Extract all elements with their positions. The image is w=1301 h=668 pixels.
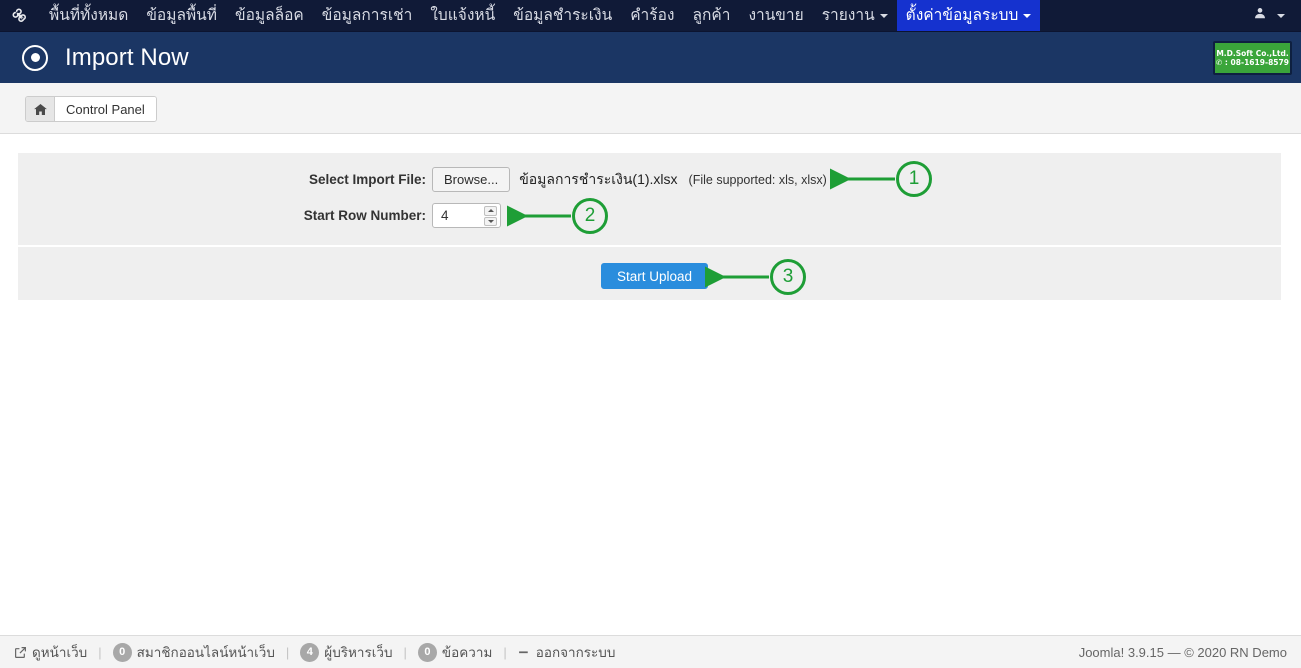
external-link-icon	[14, 646, 27, 659]
annotation-marker-1: 1	[896, 161, 932, 197]
status-badge: 0	[417, 642, 437, 662]
footer-separator: |	[403, 644, 407, 660]
nav-item-label: รายงาน	[821, 6, 875, 24]
user-menu-button[interactable]	[1243, 0, 1301, 31]
start-row-number-label: Start Row Number:	[303, 208, 426, 223]
nav-item-4[interactable]: ใบแจ้งหนี้	[421, 0, 504, 31]
nav-item-label: ใบแจ้งหนี้	[430, 6, 496, 24]
nav-item-5[interactable]: ข้อมูลชำระเงิน	[504, 0, 621, 31]
brand-logo-phone: ✆ : 08-1619-8579	[1216, 58, 1289, 67]
top-navigation-bar: พื้นที่ทั้งหมด ข้อมูลพื้นที่ ข้อมูลล็อค ข้อ…	[0, 0, 1301, 32]
footer-separator: |	[503, 644, 507, 660]
logout-icon	[518, 646, 531, 659]
joomla-logo-icon[interactable]	[0, 0, 40, 31]
target-circle-icon	[22, 44, 48, 71]
brand-logo-name: M.D.Soft Co.,Ltd.	[1216, 48, 1289, 58]
nav-item-3[interactable]: ข้อมูลการเช่า	[313, 0, 422, 31]
footer-separator: |	[98, 644, 102, 660]
start-row-number-row: Start Row Number:	[298, 203, 501, 228]
footer-copyright: Joomla! 3.9.15 — © 2020 RN Demo	[1078, 644, 1287, 660]
chevron-down-icon	[879, 13, 888, 18]
nav-item-label: ตั้งค่าข้อมูลระบบ	[905, 6, 1019, 24]
toolbar-bar	[0, 83, 1301, 134]
nav-item-label: คำร้อง	[630, 6, 675, 24]
nav-item-1[interactable]: ข้อมูลพื้นที่	[137, 0, 226, 31]
footer-item-label: สมาชิกออนไลน์หน้าเว็บ	[136, 645, 275, 660]
nav-item-0[interactable]: พื้นที่ทั้งหมด	[40, 0, 137, 31]
select-import-file-row: Select Import File: Browse... ข้อมูลการช…	[302, 167, 827, 192]
status-footer: ดูหน้าเว็บ | 0 สมาชิกออนไลน์หน้าเว็บ | 4 ผู้บร…	[0, 635, 1301, 668]
page-title: Import Now	[65, 43, 189, 71]
footer-left-items: ดูหน้าเว็บ | 0 สมาชิกออนไลน์หน้าเว็บ | 4 ผู้บร…	[14, 641, 615, 663]
nav-item-7[interactable]: ลูกค้า	[683, 0, 739, 31]
file-supported-note: (File supported: xls, xlsx)	[688, 172, 827, 187]
nav-item-label: งานขาย	[748, 6, 804, 24]
nav-item-label: พื้นที่ทั้งหมด	[49, 6, 129, 24]
stepper-up-button[interactable]	[484, 206, 497, 216]
stepper-buttons	[484, 206, 497, 226]
browse-button[interactable]: Browse...	[432, 167, 511, 192]
nav-item-6[interactable]: คำร้อง	[621, 0, 683, 31]
footer-item-label: ข้อความ	[441, 645, 493, 660]
nav-item-label: ข้อมูลชำระเงิน	[513, 6, 613, 24]
nav-items-container: พื้นที่ทั้งหมด ข้อมูลพื้นที่ ข้อมูลล็อค ข้อ…	[40, 0, 1243, 31]
select-import-file-label: Select Import File:	[308, 172, 426, 187]
start-upload-button[interactable]: Start Upload	[601, 263, 709, 289]
home-icon[interactable]	[26, 97, 55, 121]
nav-item-8[interactable]: งานขาย	[739, 0, 812, 31]
nav-item-10[interactable]: ตั้งค่าข้อมูลระบบ	[896, 0, 1041, 31]
brand-logo: M.D.Soft Co.,Ltd. ✆ : 08-1619-8579	[1213, 41, 1292, 75]
footer-item-3[interactable]: 0 ข้อความ	[417, 641, 493, 663]
user-icon	[1253, 6, 1267, 25]
nav-item-9[interactable]: รายงาน	[813, 0, 897, 31]
footer-item-label: ผู้บริหารเว็บ	[324, 645, 393, 660]
footer-item-label: ออกจากระบบ	[535, 645, 616, 660]
footer-item-1[interactable]: 0 สมาชิกออนไลน์หน้าเว็บ	[112, 641, 275, 663]
footer-item-4[interactable]: ออกจากระบบ	[518, 641, 616, 663]
start-row-input[interactable]	[439, 205, 487, 226]
annotation-marker-3: 3	[770, 259, 806, 295]
page-header: Import Now M.D.Soft Co.,Ltd. ✆ : 08-1619…	[0, 32, 1301, 83]
nav-item-label: ข้อมูลล็อค	[234, 6, 304, 24]
footer-separator: |	[285, 644, 290, 660]
nav-item-2[interactable]: ข้อมูลล็อค	[226, 0, 313, 31]
quantity-stepper[interactable]	[432, 203, 501, 228]
footer-item-label: ดูหน้าเว็บ	[32, 645, 88, 660]
chevron-down-icon	[1023, 13, 1032, 18]
footer-item-2[interactable]: 4 ผู้บริหารเว็บ	[300, 641, 393, 663]
footer-item-0[interactable]: ดูหน้าเว็บ	[14, 641, 87, 663]
annotation-marker-2: 2	[572, 198, 608, 234]
nav-item-label: ข้อมูลการเช่า	[321, 6, 413, 24]
stepper-down-button[interactable]	[484, 216, 497, 226]
breadcrumb: Control Panel	[25, 96, 157, 122]
control-panel-button[interactable]: Control Panel	[55, 97, 156, 121]
status-badge: 0	[112, 642, 132, 662]
selected-file-name: ข้อมูลการชำระเงิน(1).xlsx	[519, 170, 678, 187]
chevron-down-icon	[1277, 13, 1285, 18]
nav-item-label: ข้อมูลพื้นที่	[146, 6, 217, 24]
status-badge: 4	[300, 642, 320, 662]
nav-item-label: ลูกค้า	[692, 6, 731, 24]
